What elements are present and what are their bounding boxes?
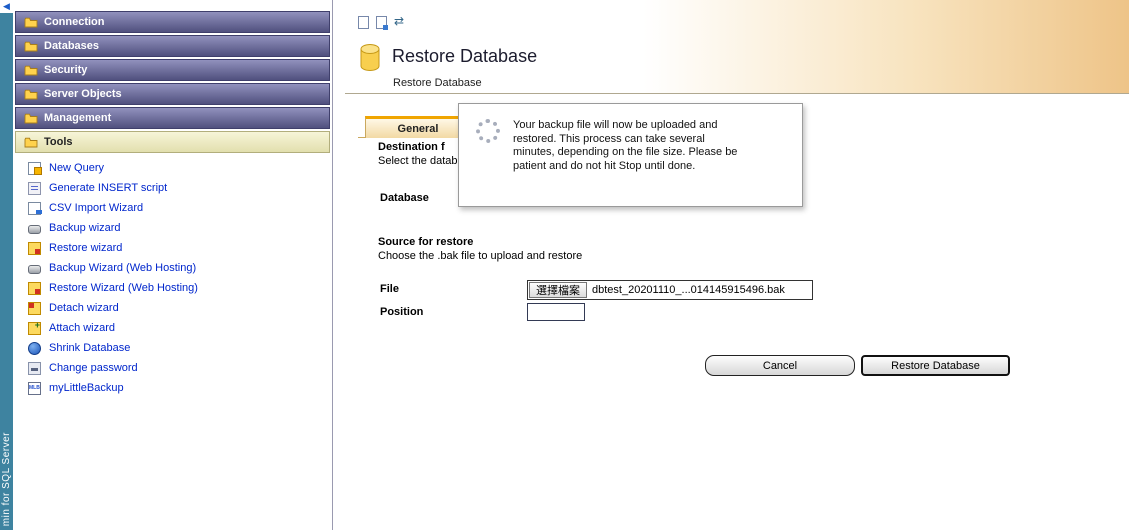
file-label: File [380, 283, 399, 295]
document-edit-icon[interactable] [376, 16, 387, 29]
page-subtitle: Restore Database [393, 77, 482, 89]
shrink-database-icon [28, 342, 41, 355]
attach-wizard-icon [28, 322, 41, 335]
open-folder-icon [24, 137, 38, 148]
document-icon[interactable] [358, 16, 369, 29]
position-input[interactable] [527, 303, 585, 321]
sidebar-item-attach-wizard[interactable]: Attach wizard [13, 318, 332, 338]
item-label: Generate INSERT script [49, 182, 167, 194]
folder-icon [24, 89, 38, 100]
sidebar-section-databases[interactable]: Databases [15, 35, 330, 57]
backup-wizard-web-icon [28, 265, 41, 274]
sidebar-item-restore-wizard[interactable]: Restore wizard [13, 238, 332, 258]
sidebar-item-restore-wizard-web-hosting[interactable]: Restore Wizard (Web Hosting) [13, 278, 332, 298]
destination-heading: Destination f [378, 141, 445, 153]
database-label: Database [380, 192, 429, 204]
source-heading: Source for restore [378, 236, 473, 248]
item-label: Restore wizard [49, 242, 122, 254]
sidebar-item-new-query[interactable]: New Query [13, 158, 332, 178]
backup-wizard-icon [28, 225, 41, 234]
csv-import-icon [28, 202, 41, 215]
item-label: Backup wizard [49, 222, 121, 234]
item-label: Shrink Database [49, 342, 130, 354]
sidebar-item-backup-wizard-web-hosting[interactable]: Backup Wizard (Web Hosting) [13, 258, 332, 278]
cancel-button[interactable]: Cancel [705, 355, 855, 376]
item-label: Restore Wizard (Web Hosting) [49, 282, 198, 294]
section-label: Management [44, 112, 111, 124]
source-subtext: Choose the .bak file to upload and resto… [378, 250, 582, 262]
sidebar-section-management[interactable]: Management [15, 107, 330, 129]
section-label: Server Objects [44, 88, 122, 100]
sidebar-section-security[interactable]: Security [15, 59, 330, 81]
change-password-icon [28, 362, 41, 375]
item-label: CSV Import Wizard [49, 202, 143, 214]
section-label: Tools [44, 136, 73, 148]
item-label: myLittleBackup [49, 382, 124, 394]
app-edge-strip: min for SQL Server [0, 0, 13, 530]
destination-subtext: Select the datab [378, 155, 458, 167]
collapse-sidebar-icon[interactable]: ◀ [0, 0, 13, 13]
folder-icon [24, 41, 38, 52]
transfer-icon[interactable]: ⇄ [394, 15, 404, 28]
sidebar-item-detach-wizard[interactable]: Detach wizard [13, 298, 332, 318]
sidebar-item-backup-wizard[interactable]: Backup wizard [13, 218, 332, 238]
sidebar-section-tools[interactable]: Tools [15, 131, 330, 153]
folder-icon [24, 17, 38, 28]
popup-line: Your backup file will now be uploaded an… [513, 119, 737, 133]
sidebar-item-generate-insert-script[interactable]: Generate INSERT script [13, 178, 332, 198]
loading-spinner-icon [476, 119, 500, 143]
sidebar-item-change-password[interactable]: Change password [13, 358, 332, 378]
sidebar: Connection Databases Security Server Obj… [13, 0, 333, 530]
popup-line: restored. This process can take several [513, 133, 737, 147]
page-title: Restore Database [392, 46, 537, 67]
popup-line: minutes, depending on the file size. Ple… [513, 146, 737, 160]
folder-icon [24, 113, 38, 124]
edge-vertical-label: min for SQL Server [1, 432, 12, 526]
sidebar-item-csv-import-wizard[interactable]: CSV Import Wizard [13, 198, 332, 218]
busy-popup: Your backup file will now be uploaded an… [458, 103, 803, 207]
folder-icon [24, 65, 38, 76]
restore-wizard-web-icon [28, 282, 41, 295]
insert-script-icon [28, 182, 41, 195]
sidebar-item-mylittlebackup[interactable]: myLittleBackup [13, 378, 332, 398]
mylittlebackup-icon [28, 382, 41, 395]
section-label: Databases [44, 40, 99, 52]
tab-general[interactable]: General [365, 116, 471, 138]
popup-line: patient and do not hit Stop until done. [513, 160, 737, 174]
position-label: Position [380, 306, 423, 318]
sidebar-section-server-objects[interactable]: Server Objects [15, 83, 330, 105]
sidebar-item-shrink-database[interactable]: Shrink Database [13, 338, 332, 358]
sidebar-section-connection[interactable]: Connection [15, 11, 330, 33]
popup-message: Your backup file will now be uploaded an… [513, 119, 737, 173]
new-query-icon [28, 162, 41, 175]
database-icon [360, 44, 380, 76]
tools-item-list: New Query Generate INSERT script CSV Imp… [13, 158, 332, 398]
section-label: Connection [44, 16, 105, 28]
restore-wizard-icon [28, 242, 41, 255]
app-window: min for SQL Server ◀ Connection Database… [0, 0, 1129, 530]
choose-file-button[interactable]: 選擇檔案 [529, 282, 587, 298]
item-label: Detach wizard [49, 302, 119, 314]
file-input[interactable]: 選擇檔案 dbtest_20201110_...014145915496.bak [527, 280, 813, 300]
file-name-text: dbtest_20201110_...014145915496.bak [592, 284, 785, 296]
item-label: Change password [49, 362, 138, 374]
restore-database-button[interactable]: Restore Database [861, 355, 1010, 376]
section-label: Security [44, 64, 87, 76]
item-label: Backup Wizard (Web Hosting) [49, 262, 196, 274]
item-label: New Query [49, 162, 104, 174]
detach-wizard-icon [28, 302, 41, 315]
item-label: Attach wizard [49, 322, 115, 334]
